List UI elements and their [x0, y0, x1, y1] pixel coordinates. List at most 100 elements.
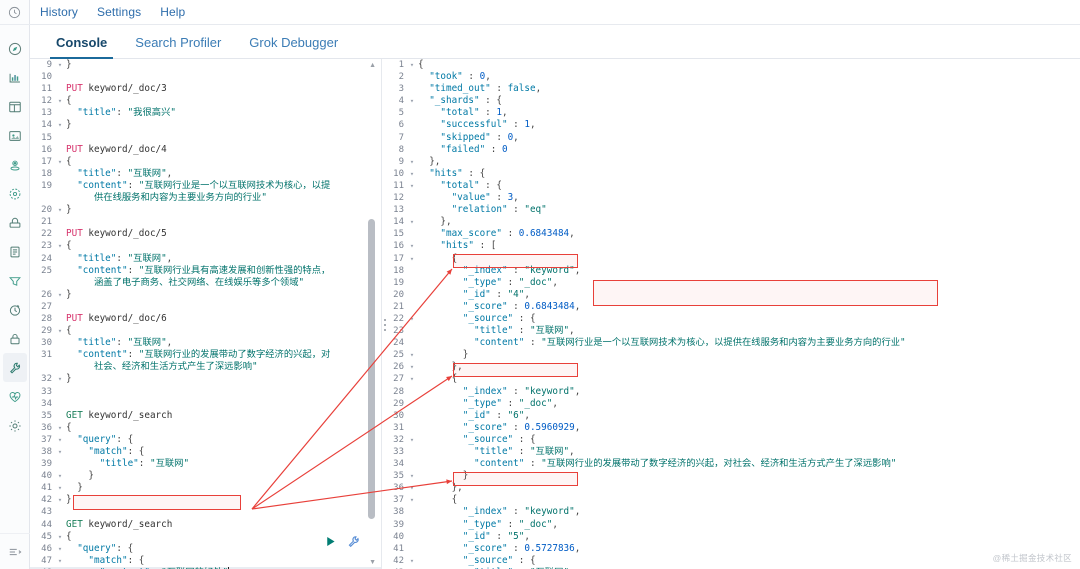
code-line[interactable]: 35GET keyword/_search [30, 410, 381, 422]
code-line[interactable]: 31 "content": "互联网行业的发展带动了数字经济的兴起，对 社会、经… [30, 349, 381, 373]
fold-toggle[interactable]: ▾ [56, 156, 64, 168]
code-line[interactable]: 21 [30, 216, 381, 228]
code-line[interactable]: 33 [30, 386, 381, 398]
topnav-item-help[interactable]: Help [160, 5, 185, 19]
code-line[interactable]: 34 [30, 398, 381, 410]
code-line[interactable]: 37▾ "query": { [30, 434, 381, 446]
fold-toggle[interactable]: ▾ [56, 204, 64, 216]
fold-toggle[interactable]: ▾ [56, 555, 64, 567]
logs-icon[interactable] [3, 237, 27, 266]
response-editor[interactable]: 1▾{2 "took" : 0,3 "timed_out" : false,4▾… [382, 59, 1080, 569]
request-code[interactable]: 9▾}1011PUT keyword/_doc/312▾{13 "title":… [30, 59, 381, 569]
fold-toggle[interactable]: ▾ [56, 119, 64, 131]
code-line[interactable]: 27 [30, 301, 381, 313]
collapse-sidebar-icon[interactable] [0, 533, 30, 569]
code-line[interactable]: 16PUT keyword/_doc/4 [30, 144, 381, 156]
fold-toggle[interactable]: ▾ [408, 216, 416, 228]
code-line[interactable]: 28PUT keyword/_doc/6 [30, 313, 381, 325]
request-scroll-up-arrow[interactable]: ▲ [369, 62, 376, 69]
siem-lock-icon[interactable] [3, 324, 27, 353]
code-line[interactable]: 47▾ "match": { [30, 555, 381, 567]
maps-icon[interactable] [3, 150, 27, 179]
fold-toggle[interactable]: ▾ [56, 289, 64, 301]
code-line[interactable]: 39 "title": "互联网" [30, 458, 381, 470]
fold-toggle[interactable]: ▾ [56, 494, 64, 506]
code-line[interactable]: 22PUT keyword/_doc/5 [30, 228, 381, 240]
pane-resize-handle[interactable] [382, 317, 387, 333]
code-line[interactable]: 24 "title": "互联网", [30, 253, 381, 265]
code-line[interactable]: 9▾} [30, 59, 381, 71]
tab-console[interactable]: Console [42, 36, 121, 58]
code-line[interactable]: 17▾{ [30, 156, 381, 168]
code-line[interactable]: 44GET keyword/_search [30, 519, 381, 531]
tab-grok-debugger[interactable]: Grok Debugger [235, 36, 352, 58]
code-line[interactable]: 13 "title": "我很高兴" [30, 107, 381, 119]
code-line[interactable]: 19 "content": "互联网行业是一个以互联网技术为核心，以提 供在线服… [30, 180, 381, 204]
fold-toggle[interactable]: ▾ [408, 361, 416, 373]
request-scrollbar[interactable] [368, 219, 375, 519]
dashboard-icon[interactable] [3, 92, 27, 121]
topnav-item-settings[interactable]: Settings [97, 5, 141, 19]
topnav-item-history[interactable]: History [40, 5, 78, 19]
fold-toggle[interactable]: ▾ [56, 470, 64, 482]
recently-viewed-icon[interactable] [0, 0, 30, 25]
code-line[interactable]: 15 [30, 132, 381, 144]
tab-search-profiler[interactable]: Search Profiler [121, 36, 235, 58]
code-line[interactable]: 36▾{ [30, 422, 381, 434]
monitoring-heart-icon[interactable] [3, 382, 27, 411]
fold-toggle[interactable]: ▾ [408, 349, 416, 361]
dev-tools-wrench-icon[interactable] [3, 353, 27, 382]
fold-toggle[interactable]: ▾ [56, 325, 64, 337]
code-line[interactable]: 41▾ } [30, 482, 381, 494]
discover-icon[interactable] [3, 34, 27, 63]
open-documentation-button[interactable] [347, 535, 360, 553]
code-line[interactable]: 12▾{ [30, 95, 381, 107]
fold-toggle[interactable]: ▾ [408, 240, 416, 252]
fold-toggle[interactable]: ▾ [408, 95, 416, 107]
code-line[interactable]: 11PUT keyword/_doc/3 [30, 83, 381, 95]
bar-chart-icon[interactable] [3, 63, 27, 92]
fold-toggle[interactable]: ▾ [408, 168, 416, 180]
fold-toggle[interactable]: ▾ [56, 446, 64, 458]
code-line[interactable]: 38▾ "match": { [30, 446, 381, 458]
request-scroll-down-arrow[interactable]: ▼ [369, 559, 376, 566]
fold-toggle[interactable]: ▾ [56, 95, 64, 107]
fold-toggle[interactable]: ▾ [408, 482, 416, 494]
fold-toggle[interactable]: ▾ [408, 434, 416, 446]
code-line[interactable]: 32▾} [30, 373, 381, 385]
apm-icon[interactable] [3, 266, 27, 295]
fold-toggle[interactable]: ▾ [408, 253, 416, 265]
fold-toggle[interactable]: ▾ [408, 156, 416, 168]
send-request-button[interactable] [324, 535, 337, 553]
code-line[interactable]: 40▾ } [30, 470, 381, 482]
fold-toggle[interactable]: ▾ [56, 422, 64, 434]
code-line[interactable]: 25 "content": "互联网行业具有高速发展和创新性强的特点， 涵盖了电… [30, 265, 381, 289]
fold-toggle[interactable]: ▾ [408, 180, 416, 192]
code-line[interactable]: 30 "title": "互联网", [30, 337, 381, 349]
infrastructure-icon[interactable] [3, 208, 27, 237]
code-line[interactable]: 29▾{ [30, 325, 381, 337]
code-line[interactable]: 10 [30, 71, 381, 83]
fold-toggle[interactable]: ▾ [56, 240, 64, 252]
request-editor[interactable]: 9▾}1011PUT keyword/_doc/312▾{13 "title":… [30, 59, 382, 569]
code-line[interactable]: 26▾} [30, 289, 381, 301]
fold-toggle[interactable]: ▾ [56, 531, 64, 543]
fold-toggle[interactable]: ▾ [408, 470, 416, 482]
code-line[interactable]: 20▾} [30, 204, 381, 216]
machine-learning-icon[interactable] [3, 179, 27, 208]
code-line[interactable]: 42▾} [30, 494, 381, 506]
management-gear-icon[interactable] [3, 411, 27, 440]
code-line[interactable]: 14▾} [30, 119, 381, 131]
code-line[interactable]: 43 [30, 506, 381, 518]
fold-toggle[interactable]: ▾ [56, 59, 64, 71]
fold-toggle[interactable]: ▾ [408, 494, 416, 506]
fold-toggle[interactable]: ▾ [408, 555, 416, 567]
canvas-icon[interactable] [3, 121, 27, 150]
fold-toggle[interactable]: ▾ [56, 373, 64, 385]
uptime-icon[interactable] [3, 295, 27, 324]
fold-toggle[interactable]: ▾ [408, 373, 416, 385]
fold-toggle[interactable]: ▾ [56, 434, 64, 446]
fold-toggle[interactable]: ▾ [408, 313, 416, 325]
code-line[interactable]: 18 "title": "互联网", [30, 168, 381, 180]
fold-toggle[interactable]: ▾ [408, 59, 416, 71]
